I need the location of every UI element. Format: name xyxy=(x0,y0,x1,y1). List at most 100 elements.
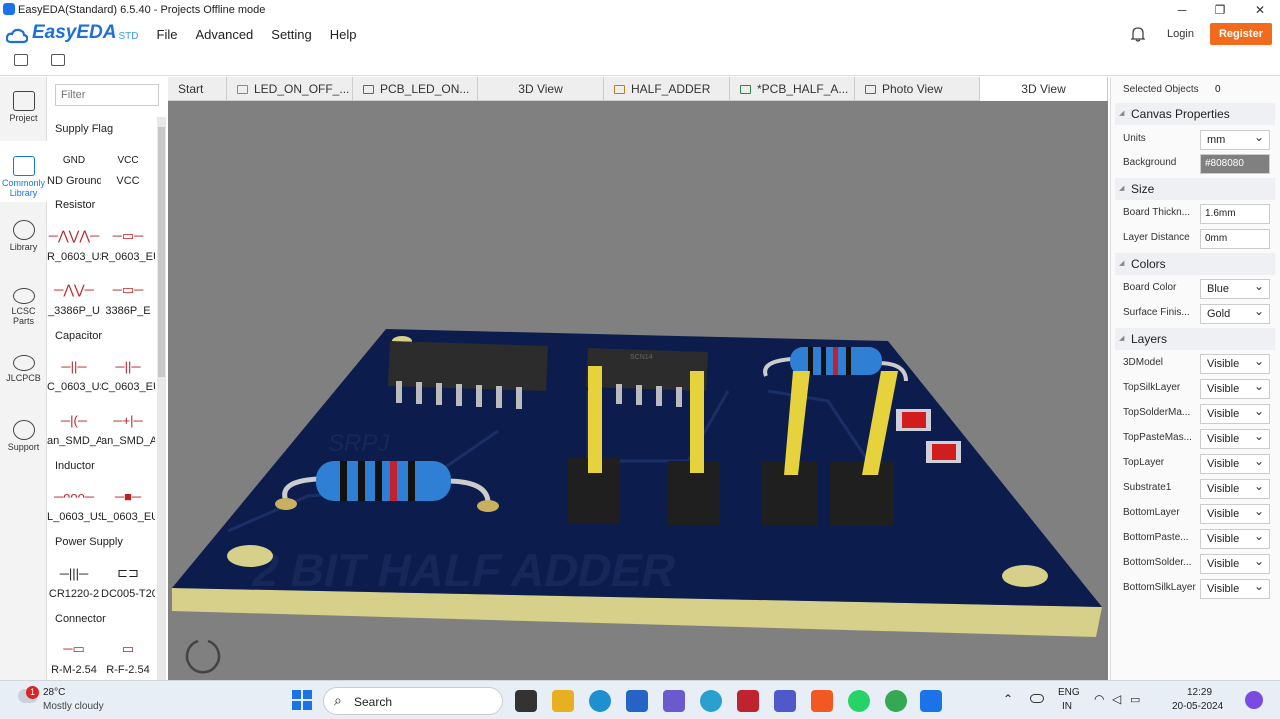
layer-distance-input[interactable]: 0mm xyxy=(1200,229,1270,249)
layers-header[interactable]: Layers xyxy=(1115,328,1275,350)
nav-jlcpcb[interactable]: JLCPCB xyxy=(0,355,47,383)
part-l-us[interactable]: ─ᴖᴖᴖ─ L_0603_US xyxy=(47,481,101,531)
scrollbar-thumb[interactable] xyxy=(158,127,165,377)
edge-icon[interactable] xyxy=(589,690,611,712)
layer-select[interactable]: Visible xyxy=(1200,377,1270,399)
part-pot-eu-label: 3386P_E xyxy=(105,305,151,317)
mcafee-icon[interactable] xyxy=(737,690,759,712)
nav-support[interactable]: Support xyxy=(0,420,47,452)
app-icon[interactable] xyxy=(663,690,685,712)
part-c-us[interactable]: ─||─ C_0603_US xyxy=(47,351,101,401)
tab-half-adder[interactable]: HALF_ADDER xyxy=(604,77,730,101)
nav-library[interactable]: Library xyxy=(0,220,47,252)
windows-start-icon[interactable] xyxy=(292,690,312,710)
tab-3d-view-1[interactable]: 3D View xyxy=(478,77,604,101)
nav-commonly-library[interactable]: Commonly Library xyxy=(0,141,47,202)
restore-button[interactable]: ❐ xyxy=(1200,0,1240,20)
layer-select[interactable]: Visible xyxy=(1200,552,1270,574)
layer-select[interactable]: Visible xyxy=(1200,502,1270,524)
task-view-icon[interactable] xyxy=(515,690,537,712)
close-button[interactable]: ✕ xyxy=(1240,0,1280,20)
menu-file[interactable]: File xyxy=(157,27,178,42)
part-conn-m[interactable]: ─▭ R-M-2.54 xyxy=(47,634,101,680)
language-primary[interactable]: ENG xyxy=(1058,687,1080,698)
resistor-body-1 xyxy=(316,461,451,501)
layer-select[interactable]: Visible xyxy=(1200,352,1270,374)
brave-icon[interactable] xyxy=(811,690,833,712)
board-thickness-input[interactable]: 1.6mm xyxy=(1200,204,1270,224)
menu-help[interactable]: Help xyxy=(330,27,357,42)
menu-setting[interactable]: Setting xyxy=(271,27,311,42)
pot-eu-icon: ─▭─ xyxy=(112,282,144,297)
minimize-button[interactable]: ─ xyxy=(1162,0,1202,20)
title-bar: EasyEDA(Standard) 6.5.40 - Projects Offl… xyxy=(0,0,1280,20)
teams-icon[interactable] xyxy=(774,690,796,712)
tab-pcb-half-adder[interactable]: *PCB_HALF_A... xyxy=(730,77,855,101)
speaker-icon[interactable]: ◁ xyxy=(1112,692,1121,706)
filter-input[interactable] xyxy=(55,84,159,106)
part-pot-eu[interactable]: ─▭─ 3386P_E xyxy=(101,275,155,325)
nav-lcsc[interactable]: LCSC Parts xyxy=(0,288,47,326)
tab-3d-view-active[interactable]: 3D View xyxy=(980,77,1108,101)
part-csmd-b[interactable]: ─+|─ an_SMD_A xyxy=(101,405,155,455)
layer-select[interactable]: Visible xyxy=(1200,477,1270,499)
taskbar-search[interactable]: ⌕ Search xyxy=(323,687,503,715)
part-pot-us[interactable]: ─⋀⋁─ _3386P_U xyxy=(47,275,101,325)
silk-watermark: SRPJ xyxy=(328,430,390,457)
part-conn-f[interactable]: ▭ R-F-2.54 xyxy=(101,634,155,680)
layer-select[interactable]: Visible xyxy=(1200,402,1270,424)
image-icon[interactable] xyxy=(51,54,65,66)
register-button[interactable]: Register xyxy=(1209,23,1272,45)
part-vcc[interactable]: VCC VCC xyxy=(101,145,155,195)
layer-select[interactable]: Visible xyxy=(1200,452,1270,474)
chrome-icon[interactable] xyxy=(885,690,907,712)
copilot-icon[interactable] xyxy=(1245,691,1263,709)
tab-start[interactable]: Start xyxy=(168,77,227,101)
background-input[interactable]: #808080 xyxy=(1200,154,1270,174)
login-link[interactable]: Login xyxy=(1167,28,1194,40)
cloud-icon[interactable] xyxy=(1030,694,1044,703)
part-csmd-a[interactable]: ─|(─ an_SMD_A xyxy=(47,405,101,455)
part-battery[interactable]: ─|||─ CR1220-2 xyxy=(47,558,101,608)
layer-select[interactable]: Visible xyxy=(1200,527,1270,549)
layer-select[interactable]: Visible xyxy=(1200,577,1270,599)
clock-time[interactable]: 12:29 xyxy=(1187,687,1212,698)
board-color-select[interactable]: Blue xyxy=(1200,277,1270,299)
battery-icon[interactable]: ▭ xyxy=(1130,693,1140,706)
chevron-up-icon[interactable]: ⌃ xyxy=(1003,692,1013,706)
canvas-properties-header[interactable]: Canvas Properties xyxy=(1115,103,1275,125)
file-explorer-icon[interactable] xyxy=(552,690,574,712)
tab-pcb-led-on[interactable]: PCB_LED_ON... xyxy=(353,77,478,101)
tab-led-on-off[interactable]: LED_ON_OFF_... xyxy=(227,77,353,101)
part-r-eu[interactable]: ─▭─ R_0603_EU xyxy=(101,221,155,271)
part-l-eu-label: L_0603_EU xyxy=(101,511,155,523)
app-icon[interactable] xyxy=(700,690,722,712)
surface-finish-select[interactable]: Gold xyxy=(1200,302,1270,324)
part-gnd[interactable]: GND ND Ground xyxy=(47,145,101,195)
section-resistor: Resistor xyxy=(55,199,96,211)
store-icon[interactable] xyxy=(626,690,648,712)
open-folder-icon[interactable] xyxy=(14,54,28,66)
library-scrollbar[interactable] xyxy=(157,117,166,680)
rotate-icon[interactable] xyxy=(185,639,221,674)
part-l-eu[interactable]: ─■─ L_0603_EU xyxy=(101,481,155,531)
nav-project[interactable]: Project xyxy=(0,91,47,123)
layer-label: Substrate1 xyxy=(1123,482,1172,493)
layer-select[interactable]: Visible xyxy=(1200,427,1270,449)
part-dc-jack[interactable]: ⊏⊐ DC005-T20 xyxy=(101,558,155,608)
language-secondary[interactable]: IN xyxy=(1062,701,1072,712)
part-c-eu[interactable]: ─||─ C_0603_EU xyxy=(101,351,155,401)
part-gnd-label: ND Ground xyxy=(47,175,101,187)
colors-header[interactable]: Colors xyxy=(1115,253,1275,275)
part-r-us[interactable]: ─⋀⋁⋀─ R_0603_US xyxy=(47,221,101,271)
size-header[interactable]: Size xyxy=(1115,178,1275,200)
menu-advanced[interactable]: Advanced xyxy=(195,27,253,42)
whatsapp-icon[interactable] xyxy=(848,690,870,712)
wifi-icon[interactable]: ◠ xyxy=(1094,692,1104,706)
clock-date[interactable]: 20-05-2024 xyxy=(1172,701,1223,712)
units-select[interactable]: mm xyxy=(1200,128,1270,150)
easyeda-taskbar-icon[interactable] xyxy=(920,690,942,712)
tab-photo-view[interactable]: Photo View xyxy=(855,77,980,101)
3d-view-canvas[interactable]: 2 BIT HALF ADDER SRPJ SCN14 xyxy=(168,101,1108,680)
bell-icon[interactable] xyxy=(1131,26,1146,42)
